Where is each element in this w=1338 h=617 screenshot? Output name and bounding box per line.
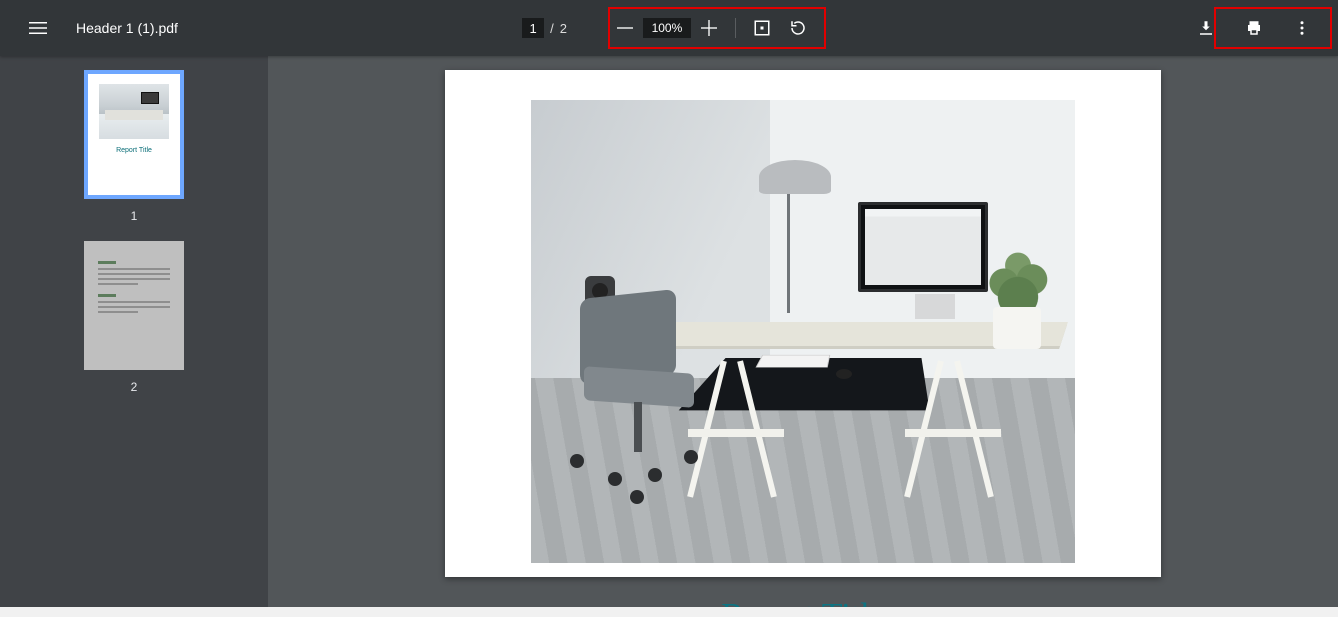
hamburger-icon (29, 19, 47, 37)
download-button[interactable] (1188, 10, 1224, 46)
more-vertical-icon (1293, 19, 1311, 37)
download-icon (1197, 19, 1215, 37)
horizontal-scrollbar[interactable] (0, 607, 1338, 617)
thumbnail-title: Report Title (116, 147, 152, 154)
plus-icon (701, 20, 717, 36)
page-view-area[interactable]: Report Title (268, 56, 1338, 617)
thumbnail-image (99, 84, 169, 139)
page-number-input[interactable] (522, 18, 544, 38)
zoom-out-button[interactable] (607, 10, 643, 46)
zoom-level[interactable]: 100% (643, 18, 691, 38)
page-indicator: / 2 (522, 18, 567, 38)
page-total: 2 (560, 21, 567, 36)
pdf-page-1: Report Title (445, 70, 1161, 577)
thumbnail-item: Report Title 1 (0, 70, 268, 223)
divider (735, 18, 736, 38)
menu-button[interactable] (20, 10, 56, 46)
fit-page-button[interactable] (744, 10, 780, 46)
thumbnail-page-1[interactable]: Report Title (84, 70, 184, 199)
document-title: Header 1 (1).pdf (76, 20, 178, 36)
thumbnail-number: 1 (131, 209, 138, 223)
zoom-controls: 100% (607, 10, 816, 46)
minus-icon (617, 20, 633, 36)
pdf-toolbar: Header 1 (1).pdf / 2 100% (0, 0, 1338, 56)
page-hero-image (531, 100, 1075, 563)
rotate-button[interactable] (780, 10, 816, 46)
zoom-in-button[interactable] (691, 10, 727, 46)
thumbnail-sidebar[interactable]: Report Title 1 2 (0, 56, 268, 617)
print-button[interactable] (1236, 10, 1272, 46)
rotate-icon (789, 19, 807, 37)
thumbnail-number: 2 (131, 380, 138, 394)
thumbnail-image (98, 261, 170, 316)
more-menu-button[interactable] (1284, 10, 1320, 46)
thumbnail-item: 2 (0, 241, 268, 394)
fit-page-icon (753, 19, 771, 37)
thumbnail-page-2[interactable] (84, 241, 184, 370)
page-separator: / (550, 21, 554, 36)
print-icon (1245, 19, 1263, 37)
